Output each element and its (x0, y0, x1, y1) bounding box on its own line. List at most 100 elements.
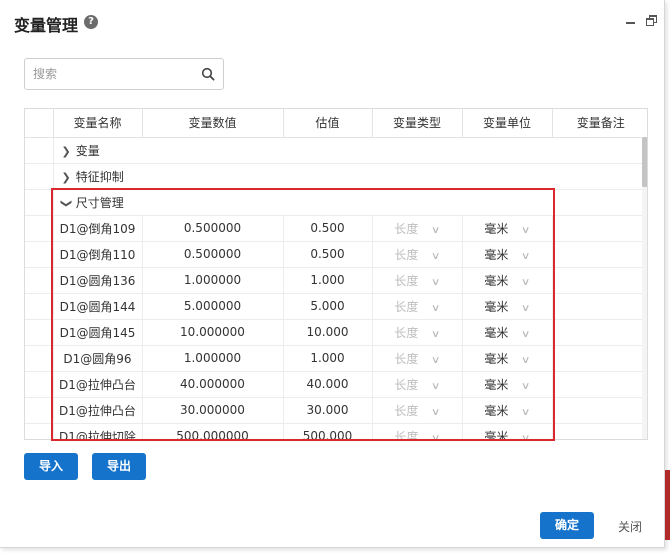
header-variable-value[interactable]: 变量数值 (141, 109, 283, 138)
cell-note[interactable] (551, 319, 647, 346)
type-select[interactable]: 长度 ∨ (371, 215, 462, 242)
chevron-down-icon[interactable]: ❯ (60, 198, 73, 207)
chevron-down-icon: ∨ (431, 250, 441, 262)
unit-select[interactable]: 毫米 ∨ (461, 215, 552, 242)
minimize-icon[interactable] (624, 14, 638, 28)
chevron-down-icon: ∨ (521, 302, 531, 314)
header-variable-name[interactable]: 变量名称 (52, 109, 142, 138)
cell-note[interactable] (551, 267, 647, 294)
type-select[interactable]: 长度 ∨ (371, 397, 462, 424)
unit-select[interactable]: 毫米 ∨ (461, 319, 552, 346)
cell-name[interactable]: D1@圆角136 (52, 267, 142, 294)
cell-value[interactable]: 500.000000 (141, 423, 283, 439)
background-edge (665, 470, 670, 540)
chevron-down-icon: ∨ (521, 250, 531, 262)
type-select[interactable]: 长度 ∨ (371, 345, 462, 372)
cell-name[interactable]: D1@拉伸切除 (52, 423, 142, 439)
search-icon[interactable] (201, 67, 215, 81)
unit-select[interactable]: 毫米 ∨ (461, 267, 552, 294)
ok-button[interactable]: 确定 (540, 512, 594, 539)
import-button[interactable]: 导入 (24, 453, 78, 480)
cell-note[interactable] (551, 371, 647, 398)
header-variable-unit[interactable]: 变量单位 (461, 109, 552, 138)
export-button[interactable]: 导出 (92, 453, 146, 480)
cell-name[interactable]: D1@倒角110 (52, 241, 142, 268)
unit-select[interactable]: 毫米 ∨ (461, 423, 552, 439)
cell-estimate: 5.000 (282, 293, 372, 320)
search-box (24, 58, 224, 90)
chevron-down-icon: ∨ (521, 354, 531, 366)
type-select[interactable]: 长度 ∨ (371, 241, 462, 268)
type-select[interactable]: 长度 ∨ (371, 319, 462, 346)
header-estimate[interactable]: 估值 (282, 109, 372, 138)
chevron-down-icon: ∨ (431, 328, 441, 340)
cell-estimate: 40.000 (282, 371, 372, 398)
table-row[interactable]: D1@倒角109 0.500000 0.500 长度 ∨ 毫米 ∨ (25, 215, 647, 242)
header-variable-note[interactable]: 变量备注 (551, 109, 647, 138)
group-row-variables[interactable]: ❯ 变量 (25, 137, 647, 164)
cell-name[interactable]: D1@拉伸凸台 (52, 397, 142, 424)
cell-value[interactable]: 5.000000 (141, 293, 283, 320)
table-header-row: 变量名称 变量数值 估值 变量类型 变量单位 变量备注 (25, 109, 647, 138)
group-row-dimension-management[interactable]: ❯ 尺寸管理 (25, 189, 647, 216)
variable-manager-dialog: 变量管理 ? 变量名称 变量数 (0, 0, 665, 548)
cell-note[interactable] (551, 215, 647, 242)
table-row[interactable]: D1@圆角144 5.000000 5.000 长度 ∨ 毫米 ∨ (25, 293, 647, 320)
table-row[interactable]: D1@拉伸凸台 40.000000 40.000 长度 ∨ 毫米 ∨ (25, 371, 647, 398)
header-variable-type[interactable]: 变量类型 (371, 109, 462, 138)
chevron-right-icon[interactable]: ❯ (62, 171, 71, 184)
group-label: 变量 (75, 143, 100, 158)
chevron-down-icon: ∨ (521, 328, 531, 340)
cell-estimate: 10.000 (282, 319, 372, 346)
cell-value[interactable]: 0.500000 (141, 215, 283, 242)
cell-estimate: 30.000 (282, 397, 372, 424)
unit-select[interactable]: 毫米 ∨ (461, 345, 552, 372)
chevron-right-icon[interactable]: ❯ (62, 145, 71, 158)
type-select[interactable]: 长度 ∨ (371, 423, 462, 439)
cell-value[interactable]: 0.500000 (141, 241, 283, 268)
unit-select[interactable]: 毫米 ∨ (461, 293, 552, 320)
close-button[interactable]: 关闭 (618, 518, 642, 535)
cell-value[interactable]: 1.000000 (141, 267, 283, 294)
cell-name[interactable]: D1@倒角109 (52, 215, 142, 242)
unit-select[interactable]: 毫米 ∨ (461, 371, 552, 398)
chevron-down-icon: ∨ (431, 406, 441, 418)
cell-estimate: 500.000 (282, 423, 372, 439)
cell-name[interactable]: D1@圆角144 (52, 293, 142, 320)
cell-note[interactable] (551, 293, 647, 320)
cell-note[interactable] (551, 345, 647, 372)
restore-icon[interactable] (645, 14, 659, 28)
table-row[interactable]: D1@拉伸凸台 30.000000 30.000 长度 ∨ 毫米 ∨ (25, 397, 647, 424)
cell-value[interactable]: 10.000000 (141, 319, 283, 346)
chevron-down-icon: ∨ (521, 276, 531, 288)
dialog-title: 变量管理 (14, 16, 79, 35)
group-label: 尺寸管理 (75, 195, 124, 210)
cell-value[interactable]: 40.000000 (141, 371, 283, 398)
table-row[interactable]: D1@倒角110 0.500000 0.500 长度 ∨ 毫米 ∨ (25, 241, 647, 268)
table-row[interactable]: D1@圆角145 10.000000 10.000 长度 ∨ 毫米 ∨ (25, 319, 647, 346)
help-icon[interactable]: ? (84, 15, 98, 29)
cell-estimate: 1.000 (282, 267, 372, 294)
cell-value[interactable]: 30.000000 (141, 397, 283, 424)
table-row[interactable]: D1@拉伸切除 500.000000 500.000 长度 ∨ 毫米 ∨ (25, 423, 647, 439)
cell-name[interactable]: D1@圆角96 (52, 345, 142, 372)
cell-note[interactable] (551, 423, 647, 439)
chevron-down-icon: ∨ (431, 354, 441, 366)
chevron-down-icon: ∨ (521, 224, 531, 236)
cell-note[interactable] (551, 241, 647, 268)
group-row-feature-suppress[interactable]: ❯ 特征抑制 (25, 163, 647, 190)
unit-select[interactable]: 毫米 ∨ (461, 241, 552, 268)
chevron-down-icon: ∨ (431, 302, 441, 314)
table-row[interactable]: D1@圆角96 1.000000 1.000 长度 ∨ 毫米 ∨ (25, 345, 647, 372)
type-select[interactable]: 长度 ∨ (371, 293, 462, 320)
cell-note[interactable] (551, 397, 647, 424)
cell-name[interactable]: D1@拉伸凸台 (52, 371, 142, 398)
cell-value[interactable]: 1.000000 (141, 345, 283, 372)
type-select[interactable]: 长度 ∨ (371, 267, 462, 294)
search-input[interactable] (33, 64, 193, 84)
type-select[interactable]: 长度 ∨ (371, 371, 462, 398)
table-row[interactable]: D1@圆角136 1.000000 1.000 长度 ∨ 毫米 ∨ (25, 267, 647, 294)
group-label: 特征抑制 (75, 169, 124, 184)
unit-select[interactable]: 毫米 ∨ (461, 397, 552, 424)
cell-name[interactable]: D1@圆角145 (52, 319, 142, 346)
